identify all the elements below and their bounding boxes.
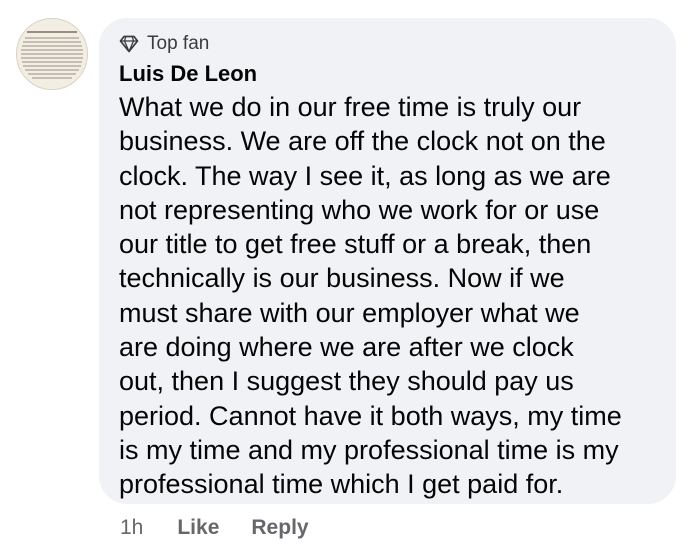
comment-bubble: Top fan Luis De Leon What we do in our f… bbox=[99, 18, 676, 504]
like-button[interactable]: Like bbox=[177, 516, 219, 540]
comment-line: clock. The way I see it, as long as we a… bbox=[119, 160, 611, 191]
comment-text: What we do in our free time is truly our… bbox=[119, 90, 671, 502]
diamond-icon bbox=[119, 35, 139, 53]
comment-line: technically is our business. Now if we bbox=[119, 263, 565, 294]
comment-line: out, then I suggest they should pay us bbox=[119, 366, 574, 397]
reply-button[interactable]: Reply bbox=[251, 516, 308, 540]
comment-line: not representing who we work for or use bbox=[119, 194, 600, 225]
timestamp[interactable]: 1h bbox=[120, 516, 143, 540]
comment-actions: 1h Like Reply bbox=[120, 514, 341, 542]
comment-line: business. We are off the clock not on th… bbox=[119, 126, 606, 157]
author-name[interactable]: Luis De Leon bbox=[119, 61, 257, 87]
comment-line: must share with our employer what we bbox=[119, 297, 580, 328]
comment-line: our title to get free stuff or a break, … bbox=[119, 229, 592, 260]
badge-label: Top fan bbox=[147, 33, 210, 54]
comment-line: are doing where we are after we clock bbox=[119, 332, 574, 363]
top-fan-badge: Top fan bbox=[119, 33, 209, 55]
comment-line: period. Cannot have it both ways, my tim… bbox=[119, 400, 622, 431]
comment-line: professional time which I get paid for. bbox=[119, 469, 564, 500]
comment-line: is my time and my professional time is m… bbox=[119, 434, 619, 465]
newspaper-clipping-avatar bbox=[17, 19, 87, 89]
comment-line: What we do in our free time is truly our bbox=[119, 92, 582, 122]
avatar[interactable] bbox=[16, 18, 88, 90]
